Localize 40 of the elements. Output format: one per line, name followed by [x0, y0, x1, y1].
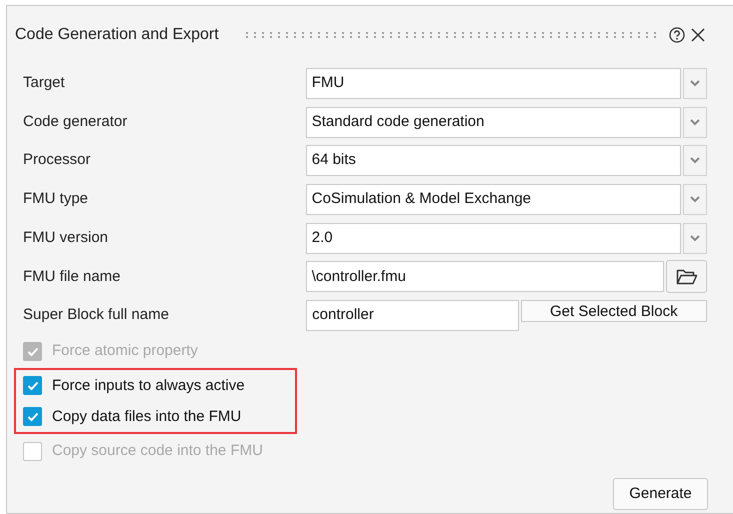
chevron-down-icon: [690, 118, 700, 126]
field-label: Code generator: [23, 112, 128, 132]
checkmark-icon: [26, 346, 38, 357]
generate-button[interactable]: Generate: [613, 478, 708, 510]
field-label: FMU type: [23, 189, 90, 210]
checkbox-label: Copy source code into the FMU: [52, 440, 263, 461]
dropdown-button[interactable]: [683, 68, 708, 99]
get-selected-block-button[interactable]: Get Selected Block: [520, 300, 708, 322]
dropdown-field[interactable]: Standard code generation: [306, 106, 682, 138]
chevron-down-icon: [690, 157, 700, 164]
dropdown-field[interactable]: FMU: [306, 68, 682, 99]
dropdown-button[interactable]: [683, 145, 708, 176]
chevron-down-icon: [690, 80, 700, 87]
chevron-down-icon: [690, 196, 700, 203]
checkbox-label: Force atomic property: [52, 341, 198, 362]
checkbox-label: Force inputs to always active: [52, 376, 245, 396]
panel-title: Code Generation and Export: [15, 25, 219, 45]
chevron-down-icon: [690, 234, 700, 242]
checkmark-icon: [26, 412, 38, 422]
field-label: FMU file name: [23, 266, 122, 287]
browse-button[interactable]: [666, 260, 707, 294]
dropdown-button[interactable]: [683, 106, 708, 138]
close-icon[interactable]: [691, 28, 705, 42]
field-label: Target: [23, 73, 66, 94]
checkbox[interactable]: [23, 376, 42, 396]
field-label: Super Block full name: [23, 305, 170, 326]
field-label: Processor: [23, 150, 92, 170]
folder-icon: [676, 268, 698, 285]
checkbox[interactable]: [23, 407, 42, 426]
dropdown-button[interactable]: [683, 222, 708, 254]
checkmark-icon: [26, 380, 38, 391]
dropdown-field[interactable]: CoSimulation & Model Exchange: [306, 184, 682, 215]
dropdown-field[interactable]: 2.0: [306, 222, 682, 254]
file-name-field[interactable]: \controller.fmu: [306, 261, 664, 292]
field-label: FMU version: [23, 228, 110, 248]
dropdown-field[interactable]: 64 bits: [306, 145, 682, 176]
help-icon[interactable]: [669, 27, 685, 43]
checkbox-label: Copy data files into the FMU: [52, 406, 242, 427]
dropdown-button[interactable]: [683, 184, 708, 215]
text-field[interactable]: controller: [306, 300, 519, 331]
